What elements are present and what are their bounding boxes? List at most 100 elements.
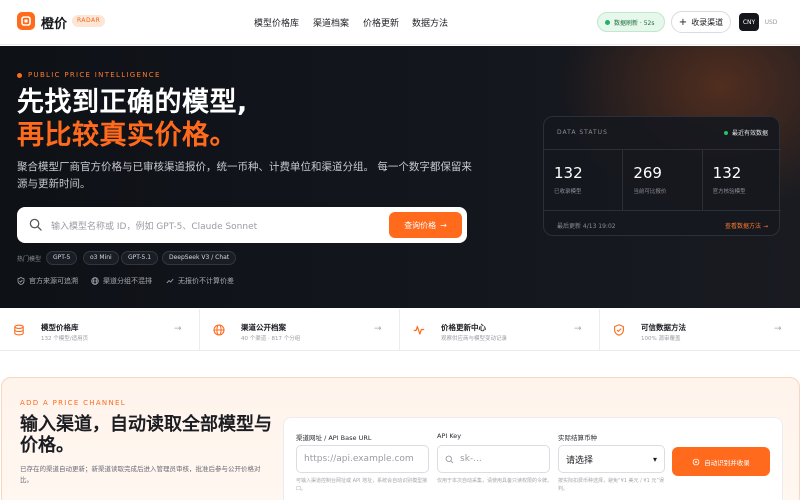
data-status-title: DATA STATUS <box>557 129 608 136</box>
plus-icon: + <box>678 16 688 28</box>
strip-item-model-library[interactable]: 模型价格库 132 个模型/适用页 → <box>0 309 200 351</box>
brand-name[interactable]: 橙价 <box>41 13 67 32</box>
arrow-right-icon: → <box>374 324 382 334</box>
view-method-link[interactable]: 查看数据方法 → <box>725 221 768 230</box>
strip-item-title: 价格更新中心 <box>441 323 486 332</box>
globe-icon <box>213 324 225 336</box>
feature-strip: 模型价格库 132 个模型/适用页 → 渠道公开档案 40 个渠道 · 817 … <box>0 309 800 351</box>
add-channel-section: ADD A PRICE CHANNEL 输入渠道，自动读取全部模型与价格。 已存… <box>1 377 800 500</box>
add-channel-title: 输入渠道，自动读取全部模型与价格。 <box>20 414 272 456</box>
currency-usd-button[interactable]: USD <box>761 13 781 31</box>
arrow-right-icon: → <box>762 223 768 230</box>
arrow-right-icon: → <box>174 324 182 334</box>
stat-verified: 132 官方核验模型 <box>703 150 781 210</box>
hero-eyebrow: PUBLIC PRICE INTELLIGENCE <box>17 71 161 79</box>
stat-value: 132 <box>712 164 742 182</box>
add-channel-eyebrow: ADD A PRICE CHANNEL <box>20 399 126 407</box>
refresh-status-pill: 数据刷新 · 52s <box>597 12 665 32</box>
currency-label: 实际结算币种 <box>558 434 597 442</box>
url-label: 渠道网址 / API Base URL <box>296 434 372 442</box>
feature-official-source: 官方来源可追溯 <box>17 276 78 286</box>
nav-link-models[interactable]: 模型价格库 <box>254 16 299 29</box>
strip-item-desc: 132 个模型/适用页 <box>41 336 89 342</box>
database-icon <box>14 324 24 336</box>
stat-quotes: 269 当前可比报价 <box>623 150 703 210</box>
hero-title-line1: 先找到正确的模型, <box>17 87 248 118</box>
api-key-input[interactable]: sk-... <box>437 445 550 473</box>
chevron-down-icon: ▾ <box>652 454 657 464</box>
add-channel-form: 渠道网址 / API Base URL https://api.example.… <box>283 417 783 500</box>
last-updated: 最后更新 4/13 19:02 <box>557 223 616 230</box>
feature-no-quote-text: 无报价不计算价差 <box>178 277 234 285</box>
hero-section: PUBLIC PRICE INTELLIGENCE 先找到正确的模型, 再比较真… <box>0 46 800 308</box>
search-icon <box>445 455 454 463</box>
strip-item-channel-archive[interactable]: 渠道公开档案 40 个渠道 · 817 个分组 → <box>200 309 400 351</box>
add-channel-desc: 已存在的渠道自动更新；新渠道读取完成后进入管理员审核，批准后参与公开价格对比。 <box>20 465 261 484</box>
strip-item-data-method[interactable]: 可信数据方法 100% 源审覆盖 → <box>600 309 800 351</box>
add-channel-button[interactable]: + 收录渠道 <box>671 11 731 33</box>
url-hint: 可输入渠道控制台网址或 API 地址，系统会自动识别模型接口。 <box>296 478 428 492</box>
hot-model-chip[interactable]: DeepSeek V3 / Chat <box>162 251 237 265</box>
stat-value: 132 <box>554 164 583 182</box>
auto-detect-submit-button[interactable]: 自动识别并收录 <box>672 447 770 476</box>
feature-official-source-text: 官方来源可追溯 <box>29 277 78 285</box>
arrow-right-icon: → <box>574 324 582 334</box>
stat-value: 269 <box>633 164 662 182</box>
feature-no-quote: 无报价不计算价差 <box>166 276 234 286</box>
view-method-label: 查看数据方法 <box>725 223 762 230</box>
hot-model-chip[interactable]: o3 Mini <box>83 251 119 265</box>
live-dot-icon <box>605 19 610 25</box>
strip-item-desc: 100% 源审覆盖 <box>641 336 681 342</box>
stats-grid: 132 已收录模型 269 当前可比报价 132 官方核验模型 <box>544 149 781 211</box>
query-price-label: 查询价格 <box>404 220 437 230</box>
data-status-badge-text: 最近有效数据 <box>732 130 769 137</box>
hot-model-chip[interactable]: GPT-5.1 <box>121 251 159 265</box>
strip-item-title: 可信数据方法 <box>641 323 686 332</box>
nav-link-channels[interactable]: 渠道档案 <box>313 16 349 29</box>
query-price-button[interactable]: 查询价格 → <box>389 212 462 238</box>
add-channel-label: 收录渠道 <box>691 17 724 27</box>
refresh-status-text: 数据刷新 · 52s <box>614 19 655 27</box>
search-input[interactable]: 输入模型名称或 ID，例如 GPT-5、Claude Sonnet <box>51 219 257 232</box>
model-search-box: 输入模型名称或 ID，例如 GPT-5、Claude Sonnet 查询价格 → <box>17 207 467 243</box>
arrow-right-icon: → <box>440 220 447 230</box>
strip-item-price-updates[interactable]: 价格更新中心 观察供应商与模型变动记录 → <box>400 309 600 351</box>
strip-item-title: 渠道公开档案 <box>241 323 286 332</box>
nav-link-updates[interactable]: 价格更新 <box>363 16 399 29</box>
globe-icon <box>91 277 99 285</box>
trend-icon <box>166 278 174 284</box>
arrow-right-icon: → <box>774 324 782 334</box>
stat-label: 官方核验模型 <box>712 189 746 195</box>
pulse-icon <box>413 325 425 335</box>
data-status-card: DATA STATUS 最近有效数据 132 已收录模型 269 当前可比报价 … <box>543 116 781 236</box>
brand-logo-icon[interactable] <box>17 12 35 30</box>
api-key-label: API Key <box>437 432 462 440</box>
hot-models-label: 热门模型 <box>17 256 42 263</box>
stat-label: 当前可比报价 <box>633 189 667 195</box>
hero-title-line2: 再比较真实价格。 <box>17 120 237 151</box>
eyebrow-dot-icon <box>17 72 22 78</box>
currency-hint: 按实际扣费币种选择，避免“¥1 美元 / ¥1 元”误判。 <box>558 478 664 492</box>
nav-link-methods[interactable]: 数据方法 <box>412 16 448 29</box>
hero-subtitle: 聚合模型厂商官方价格与已审核渠道报价，统一币种、计费单位和渠道分组。 每一个数字… <box>17 161 472 190</box>
sparkle-icon <box>692 458 700 465</box>
currency-select[interactable]: 请选择 ▾ <box>558 445 665 473</box>
feature-channel-group-text: 渠道分组不混排 <box>103 277 152 285</box>
currency-cny-button[interactable]: CNY <box>739 13 759 31</box>
feature-channel-group: 渠道分组不混排 <box>91 276 152 286</box>
search-icon <box>29 218 42 231</box>
submit-label: 自动识别并收录 <box>704 458 750 467</box>
data-status-badge: 最近有效数据 <box>724 128 768 137</box>
status-dot-icon <box>724 130 728 135</box>
strip-item-desc: 观察供应商与模型变动记录 <box>441 336 508 342</box>
hot-model-chip[interactable]: GPT-5 <box>46 251 78 265</box>
api-key-hint: 仅用于本次自动采集，请使用具备只读权限的令牌。 <box>437 478 553 484</box>
top-nav: 橙价 RADAR 模型价格库 渠道档案 价格更新 数据方法 数据刷新 · 52s… <box>0 0 800 45</box>
hero-eyebrow-text: PUBLIC PRICE INTELLIGENCE <box>28 71 161 79</box>
radar-badge: RADAR <box>72 15 106 27</box>
shield-check-icon <box>614 324 624 336</box>
shield-check-icon <box>17 277 25 285</box>
url-input[interactable]: https://api.example.com <box>296 445 429 473</box>
page: 橙价 RADAR 模型价格库 渠道档案 价格更新 数据方法 数据刷新 · 52s… <box>0 0 800 500</box>
api-key-placeholder: sk-... <box>460 454 482 464</box>
